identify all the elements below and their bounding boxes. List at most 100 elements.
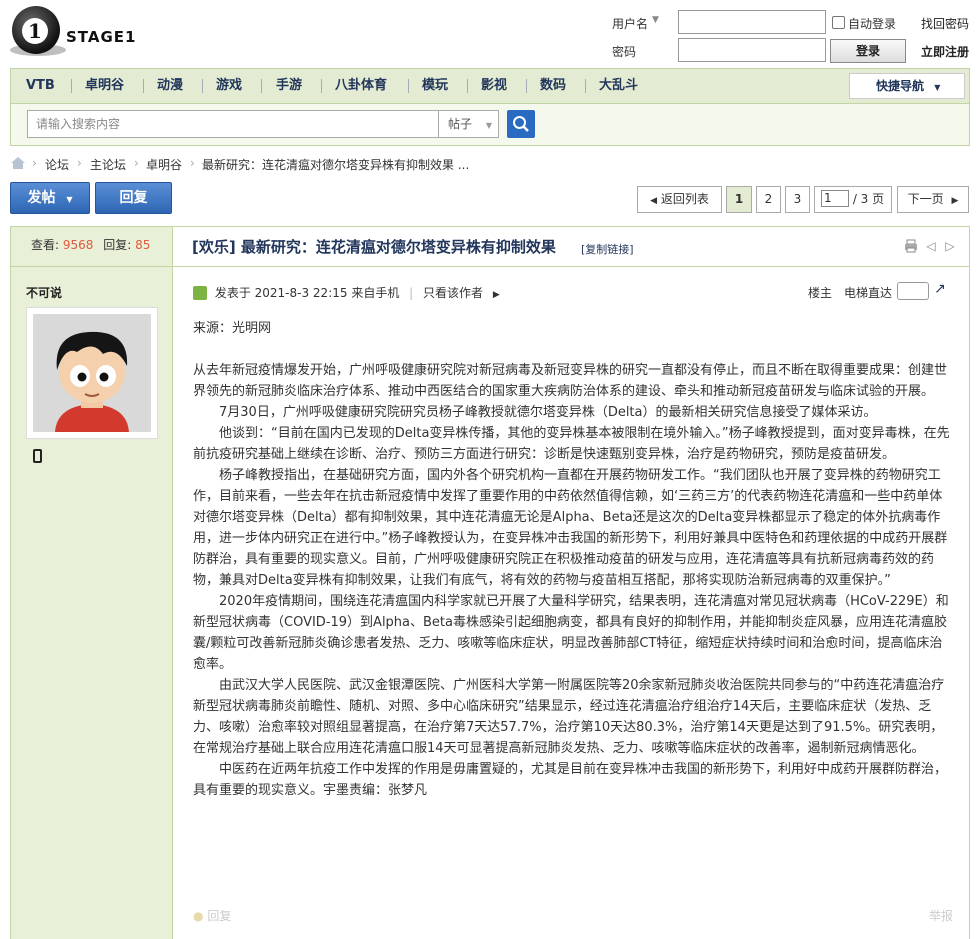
post-reply-label: 回复: [207, 909, 232, 923]
breadcrumb-arrow-icon: ›: [134, 156, 139, 170]
chevron-down-icon: ▼: [934, 83, 941, 92]
chevron-right-icon: ▶: [951, 196, 959, 206]
copy-link[interactable]: [复制链接]: [581, 241, 634, 257]
search-bar: 请输入搜索内容 帖子 ▼: [10, 104, 970, 146]
home-icon[interactable]: [10, 156, 26, 173]
thread-title: [欢乐] 最新研究：连花清瘟对德尔塔变异株有抑制效果: [192, 238, 556, 256]
reply-button[interactable]: 回复: [95, 182, 172, 214]
breadcrumb-thread[interactable]: 最新研究：连花清瘟对德尔塔变异株有抑制效果 ...: [202, 156, 469, 173]
post-paragraph: 杨子峰教授指出，在基础研究方面，国内外各个研究机构一直都在开展药物研发工作。“我…: [193, 468, 948, 588]
chevron-down-icon[interactable]: ▼: [652, 15, 659, 25]
floor-jump-input[interactable]: [897, 282, 929, 300]
post-container: 查看: 9568 回复: 85 不可说 [欢乐] 最新研究：连花清瘟对德尔塔变异…: [10, 226, 970, 939]
password-input[interactable]: [678, 38, 826, 62]
nav-item-digital[interactable]: 数码: [540, 69, 566, 103]
nav-item-film[interactable]: 影视: [481, 69, 507, 103]
post-reply-link[interactable]: ● 回复: [193, 907, 231, 924]
print-icon[interactable]: [904, 239, 918, 253]
nav-divider: [467, 79, 468, 93]
logo-mark-text: 1: [22, 18, 48, 44]
nav-item-vtb[interactable]: VTB: [26, 69, 55, 103]
breadcrumb-arrow-icon: ›: [32, 156, 37, 170]
nav-divider: [526, 79, 527, 93]
jump-arrow-icon[interactable]: ↗: [934, 281, 946, 297]
report-link[interactable]: 举报: [929, 907, 953, 924]
nav-divider: [143, 79, 144, 93]
only-author-link[interactable]: 只看该作者: [423, 286, 483, 300]
post-paragraph: 他谈到：“目前在国内已发现的Delta变异株传播，其他的变异株基本被限制在境外输…: [193, 426, 950, 462]
search-type-value: 帖子: [448, 117, 473, 131]
post-paragraph: 由武汉大学人民医院、武汉金银潭医院、广州医科大学第一附属医院等20余家新冠肺炎收…: [193, 678, 945, 756]
reply-bubble-icon: ●: [193, 909, 204, 923]
back-to-list-button[interactable]: ◀ 返回列表: [637, 186, 722, 213]
nav-divider: [321, 79, 322, 93]
nav-divider: [202, 79, 203, 93]
next-page-button[interactable]: 下一页 ▶: [897, 186, 969, 213]
replies-count: 85: [135, 238, 151, 252]
page-total: / 3 页: [852, 192, 885, 206]
back-to-list-label: 返回列表: [660, 192, 709, 206]
page-jump-input[interactable]: 1: [821, 190, 849, 207]
page-link-3[interactable]: 3: [785, 186, 810, 213]
next-thread-icon[interactable]: ▷: [943, 239, 957, 253]
quick-nav-label: 快捷导航: [876, 79, 925, 93]
nav-item-games[interactable]: 游戏: [216, 69, 242, 103]
author-name[interactable]: 不可说: [26, 284, 62, 301]
post-source: 来源：光明网: [193, 321, 272, 336]
avatar-image: [33, 314, 151, 432]
previous-thread-icon[interactable]: ◁: [924, 239, 938, 253]
chevron-down-icon: ▼: [66, 195, 73, 204]
post-paragraph: 2020年疫情期间，围绕连花清瘟国内科学家就已开展了大量科学研究，结果表明，连花…: [193, 594, 949, 672]
new-post-label: 发帖: [27, 190, 56, 206]
page-link-1[interactable]: 1: [726, 186, 752, 213]
site-logo[interactable]: 1 STAGE1: [10, 4, 150, 56]
breadcrumb-main-forum[interactable]: 主论坛: [90, 156, 126, 173]
post-header: [欢乐] 最新研究：连花清瘟对德尔塔变异株有抑制效果 [复制链接] ◁ ▷: [173, 227, 969, 267]
post-meta: 发表于 2021-8-3 22:15 来自手机 | 只看该作者 ▶: [193, 284, 500, 301]
nav-item-zhuomingu[interactable]: 卓明谷: [85, 69, 124, 103]
page-jump: 1 / 3 页: [814, 186, 892, 213]
nav-item-gossip-sports[interactable]: 八卦体育: [335, 69, 387, 103]
author-sidebar: 查看: 9568 回复: 85 不可说: [11, 227, 173, 939]
breadcrumb-forum[interactable]: 论坛: [45, 156, 69, 173]
nav-item-anime[interactable]: 动漫: [157, 69, 183, 103]
nav-divider: [71, 79, 72, 93]
nav-divider: [261, 79, 262, 93]
breadcrumb-arrow-icon: ›: [77, 156, 82, 170]
nav-item-models[interactable]: 模玩: [422, 69, 448, 103]
nav-divider: [585, 79, 586, 93]
post-paragraph: 中医药在近两年抗疫工作中发挥的作用是毋庸置疑的，尤其是目前在变异株冲击我国的新形…: [193, 762, 948, 798]
find-password-link[interactable]: 找回密码: [921, 15, 969, 32]
post-time: 发表于 2021-8-3 22:15 来自手机: [214, 286, 400, 300]
post-paragraph: 7月30日，广州呼吸健康研究院研究员杨子峰教授就德尔塔变异株（Delta）的最新…: [219, 405, 877, 420]
post-content: 来源：光明网 从去年新冠疫情爆发开始，广州呼吸健康研究院对新冠病毒及新冠变异株的…: [193, 318, 953, 801]
breadcrumb-zhuomingu[interactable]: 卓明谷: [146, 156, 182, 173]
nav-item-mobile-games[interactable]: 手游: [276, 69, 302, 103]
search-type-select[interactable]: 帖子 ▼: [439, 110, 499, 138]
views-count: 9568: [62, 238, 94, 252]
search-input[interactable]: 请输入搜索内容: [27, 110, 439, 138]
post-paragraph: 从去年新冠疫情爆发开始，广州呼吸健康研究院对新冠病毒及新冠变异株的研究一直都没有…: [193, 363, 948, 399]
nav-divider: [408, 79, 409, 93]
main-nav: VTB 卓明谷 动漫 游戏 手游 八卦体育 模玩 影视 数码 大乱斗 快捷导航 …: [10, 68, 970, 104]
mobile-phone-icon: [33, 449, 42, 463]
chevron-right-icon: ▶: [492, 290, 500, 300]
next-page-label: 下一页: [907, 192, 944, 206]
search-button[interactable]: [507, 110, 535, 138]
page-link-2[interactable]: 2: [756, 186, 781, 213]
register-link[interactable]: 立即注册: [921, 43, 969, 60]
auto-login-checkbox[interactable]: [832, 16, 845, 29]
login-button[interactable]: 登录: [830, 39, 906, 63]
floor-label: 楼主: [808, 286, 833, 300]
replies-label: 回复:: [103, 238, 132, 252]
nav-item-melee[interactable]: 大乱斗: [599, 69, 638, 103]
auto-login-label: 自动登录: [848, 17, 897, 31]
new-post-button[interactable]: 发帖 ▼: [10, 182, 90, 214]
logo-mark: 1: [12, 6, 60, 54]
logo-text: STAGE1: [66, 28, 137, 46]
quick-nav-button[interactable]: 快捷导航 ▼: [849, 73, 965, 99]
username-input[interactable]: [678, 10, 826, 34]
search-icon: [513, 116, 529, 132]
avatar[interactable]: [26, 307, 158, 439]
username-label: 用户名: [612, 17, 649, 31]
